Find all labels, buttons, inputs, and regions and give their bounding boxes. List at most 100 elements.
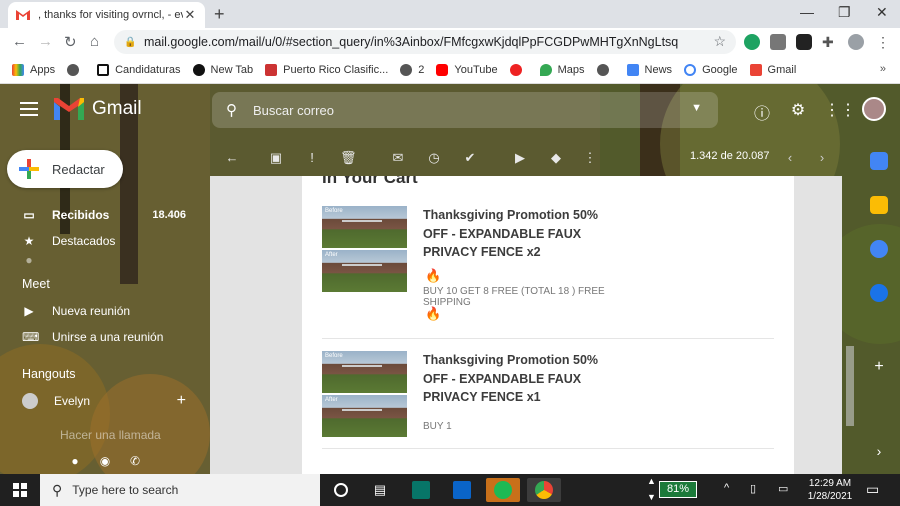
search-icon[interactable]: ⚲: [226, 101, 237, 119]
tray-up-arrow-icon[interactable]: ▲: [647, 476, 656, 486]
grammarly-extension-icon[interactable]: [744, 34, 760, 50]
bookmark-new-tab[interactable]: New Tab: [192, 63, 253, 76]
bookmark-maps[interactable]: Maps: [539, 63, 585, 76]
chat-icon[interactable]: ◉: [98, 454, 112, 468]
bookmark-news[interactable]: News: [626, 63, 672, 76]
add-contact-icon[interactable]: +: [177, 392, 186, 410]
prev-page-icon[interactable]: ‹: [782, 150, 798, 166]
make-call-item[interactable]: Hacer una llamada: [0, 422, 210, 448]
maximize-button[interactable]: ❐: [838, 4, 851, 21]
bookmark-2[interactable]: 2: [400, 63, 424, 76]
reload-button[interactable]: ↻: [64, 33, 77, 51]
show-hidden-icons-icon[interactable]: ^: [724, 482, 729, 494]
windows-start-icon[interactable]: [13, 483, 27, 497]
contacts-icon[interactable]: [870, 284, 888, 302]
report-spam-icon[interactable]: !: [304, 150, 320, 166]
expand-panel-icon[interactable]: ›: [870, 442, 888, 460]
bookmark-star-icon[interactable]: ☆: [713, 33, 726, 50]
bookmark-candidaturas[interactable]: Candidaturas: [97, 63, 181, 76]
product-name[interactable]: Thanksgiving Promotion 50% OFF - EXPANDA…: [423, 206, 623, 262]
bookmark-puerto-rico[interactable]: Puerto Rico Clasific...: [265, 63, 388, 76]
main-menu-icon[interactable]: [20, 102, 38, 116]
tray-down-arrow-icon[interactable]: ▼: [647, 492, 656, 502]
browser-tab[interactable]: , thanks for visiting ovrncl, - evely ✕: [8, 2, 205, 28]
system-clock[interactable]: 12:29 AM 1/28/2021: [800, 477, 860, 503]
bookmark-google[interactable]: Google: [684, 63, 738, 76]
back-button[interactable]: ←: [12, 33, 27, 50]
calendar-icon[interactable]: [870, 152, 888, 170]
sidebar: ▭ Recibidos 18.406 ★ Destacados ● Meet ▶…: [0, 202, 210, 474]
search-options-icon[interactable]: ▼: [691, 102, 702, 114]
compose-button[interactable]: Redactar: [7, 150, 123, 188]
sidebar-item-inbox[interactable]: ▭ Recibidos 18.406: [0, 202, 210, 228]
sidebar-item-partial[interactable]: ●: [0, 254, 210, 266]
battery-icon[interactable]: ▯: [750, 482, 756, 495]
bookmark-globe[interactable]: [67, 63, 85, 76]
menu-icon[interactable]: ⋮: [876, 34, 892, 50]
chrome-icon[interactable]: [527, 478, 561, 502]
product-image[interactable]: Before After: [322, 351, 407, 437]
puzzle-extensions-icon[interactable]: ✚: [822, 34, 838, 50]
tab-close-icon[interactable]: ✕: [183, 7, 197, 23]
person-icon[interactable]: ●: [68, 454, 82, 468]
product-name[interactable]: Thanksgiving Promotion 50% OFF - EXPANDA…: [423, 351, 623, 407]
new-meeting-item[interactable]: ▶ Nueva reunión: [0, 298, 210, 324]
right-side-panel: + ›: [862, 144, 898, 474]
hangouts-contact[interactable]: Evelyn +: [0, 388, 210, 414]
product-image[interactable]: Before After: [322, 206, 407, 292]
scrollbar[interactable]: [846, 346, 854, 426]
keep-icon[interactable]: [870, 196, 888, 214]
snooze-icon[interactable]: ◷: [426, 150, 442, 166]
archive-icon[interactable]: ▣: [268, 150, 284, 166]
search-input[interactable]: Buscar correo: [253, 103, 334, 118]
task-view-icon[interactable]: ▤: [363, 478, 397, 502]
bookmark-red[interactable]: [509, 63, 528, 76]
bookmarks-more[interactable]: »: [880, 63, 886, 75]
add-task-icon[interactable]: ✔: [462, 150, 478, 166]
help-icon[interactable]: ⓘ: [752, 100, 772, 123]
new-tab-button[interactable]: +: [214, 4, 225, 25]
back-arrow-icon[interactable]: ←: [224, 150, 240, 166]
gmail-logo[interactable]: Gmail: [54, 98, 142, 120]
notifications-icon[interactable]: ▭: [866, 481, 879, 498]
join-meeting-item[interactable]: ⌨ Unirse a una reunión: [0, 324, 210, 350]
profile-icon[interactable]: [848, 34, 864, 50]
mark-unread-icon[interactable]: ✉: [390, 150, 406, 166]
search-bar[interactable]: ⚲ Buscar correo ▼: [212, 92, 718, 128]
next-page-icon[interactable]: ›: [814, 150, 830, 166]
battery-indicator[interactable]: 81%: [659, 481, 697, 498]
display-icon[interactable]: ▭: [778, 482, 788, 495]
cart-item: Before After Thanksgiving Promotion 50% …: [322, 351, 774, 441]
extension-icon[interactable]: [796, 34, 812, 50]
taskbar-search[interactable]: ⚲ Type here to search: [40, 474, 320, 506]
apps-grid-icon[interactable]: ⋮⋮: [824, 100, 856, 120]
bookmark-gmail[interactable]: Gmail: [749, 63, 796, 76]
more-options-icon[interactable]: ⋮: [582, 150, 598, 166]
address-bar[interactable]: 🔒 mail.google.com/mail/u/0/#section_quer…: [114, 30, 736, 54]
delete-icon[interactable]: 🗑: [340, 150, 357, 166]
gear-icon[interactable]: ⚙: [788, 100, 808, 120]
home-button[interactable]: ⌂: [90, 33, 99, 50]
tasks-icon[interactable]: [870, 240, 888, 258]
forward-button[interactable]: →: [38, 33, 53, 50]
section-title: In Your Cart: [322, 176, 418, 187]
cortana-icon[interactable]: [324, 478, 358, 502]
bookmark-apps[interactable]: Apps: [12, 63, 55, 76]
avatar[interactable]: [862, 97, 886, 121]
bookmark-youtube[interactable]: YouTube: [436, 63, 498, 76]
maps-pin-icon: [539, 63, 552, 76]
publisher-icon[interactable]: [404, 478, 438, 502]
compose-plus-icon: [19, 159, 39, 179]
minimize-button[interactable]: —: [800, 4, 814, 20]
phone-icon[interactable]: ✆: [128, 454, 142, 468]
bookmark-globe2[interactable]: [596, 63, 615, 76]
outlook-icon[interactable]: [445, 478, 479, 502]
add-addon-icon[interactable]: +: [870, 358, 888, 376]
close-window-button[interactable]: ✕: [876, 4, 888, 21]
label-icon[interactable]: ◆: [548, 150, 564, 166]
sidebar-item-starred[interactable]: ★ Destacados: [0, 228, 210, 254]
spotify-icon[interactable]: [486, 478, 520, 502]
extension-icon[interactable]: [770, 34, 786, 50]
move-to-icon[interactable]: ▶: [512, 150, 528, 166]
youtube-icon: [436, 63, 449, 76]
